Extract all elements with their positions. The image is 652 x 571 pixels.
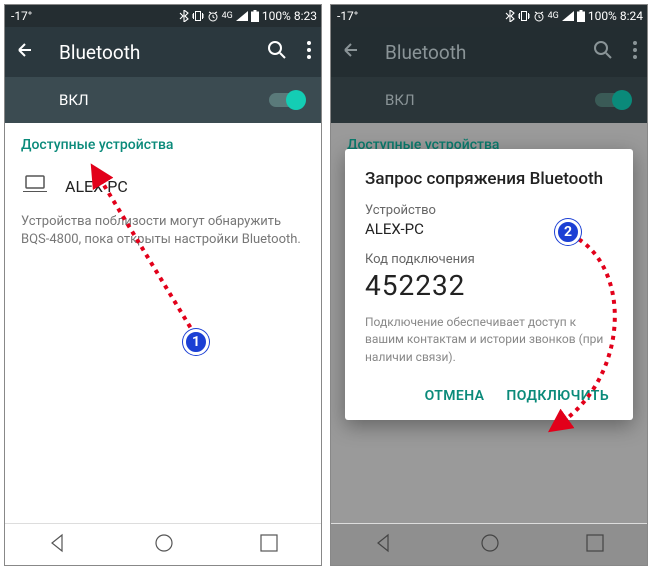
clock: 8:23 (294, 9, 317, 23)
battery-percent: 100% (262, 9, 291, 23)
nav-back-icon[interactable] (48, 533, 68, 557)
alarm-icon (533, 10, 545, 22)
annotation-arrow-1 (85, 163, 225, 343)
annotation-arrow-2 (511, 223, 641, 443)
back-icon[interactable] (15, 40, 35, 64)
battery-icon (577, 10, 585, 22)
annotation-badge-1: 1 (183, 329, 209, 355)
overflow-menu-icon[interactable] (307, 41, 311, 63)
laptop-icon (23, 175, 47, 197)
dialog-device-label: Устройство (365, 203, 613, 218)
alarm-icon (207, 10, 219, 22)
network-label: 4G (548, 11, 559, 21)
toggle-label: ВКЛ (23, 91, 269, 109)
signal-icon (236, 11, 248, 21)
nav-home-icon[interactable] (155, 534, 173, 556)
status-bar: -17° 4G 100% 8:24 (331, 5, 647, 27)
status-bar: -17° 4G 100% 8:23 (5, 5, 321, 27)
phone-screenshot-2: -17° 4G 100% 8:24 Bluetooth ВКЛ .phone:n… (330, 4, 648, 566)
search-icon[interactable] (593, 40, 613, 64)
back-icon[interactable] (341, 40, 361, 64)
annotation-badge-2: 2 (555, 219, 581, 245)
status-temperature: -17° (335, 9, 358, 23)
status-indicators: 4G 100% 8:24 (505, 9, 643, 23)
clock: 8:24 (620, 9, 643, 23)
signal-icon (562, 11, 574, 21)
toggle-label: ВКЛ (349, 91, 595, 109)
bluetooth-icon (179, 10, 189, 22)
toggle-switch-on[interactable] (269, 93, 303, 107)
bluetooth-toggle-row[interactable]: ВКЛ (5, 77, 321, 123)
app-bar: Bluetooth (5, 27, 321, 77)
nav-home-icon[interactable] (481, 534, 499, 556)
phone-screenshot-1: -17° 4G 100% 8:23 Bluetooth ВКЛ (4, 4, 322, 566)
battery-icon (251, 10, 259, 22)
toggle-switch-on[interactable]: .phone:nth-child(3) .switch::after{backg… (595, 93, 629, 107)
content-area-dimmed: Доступные устройства Запрос сопряжения B… (331, 123, 647, 523)
bluetooth-icon (505, 10, 515, 22)
status-indicators: 4G 100% 8:23 (179, 9, 317, 23)
status-temperature: -17° (9, 9, 32, 23)
page-title: Bluetooth (59, 41, 243, 64)
overflow-menu-icon[interactable] (633, 41, 637, 63)
network-label: 4G (222, 11, 233, 21)
nav-back-icon[interactable] (374, 533, 394, 557)
navigation-bar (5, 523, 321, 565)
dialog-title: Запрос сопряжения Bluetooth (365, 169, 613, 189)
nav-recent-icon[interactable] (260, 534, 278, 556)
battery-percent: 100% (588, 9, 617, 23)
content-area: Доступные устройства ALEX-PC Устройства … (5, 123, 321, 523)
navigation-bar (331, 523, 647, 565)
vibrate-icon (518, 10, 530, 22)
cancel-button[interactable]: ОТМЕНА (425, 388, 485, 404)
bluetooth-toggle-row[interactable]: ВКЛ .phone:nth-child(3) .switch::after{b… (331, 77, 647, 123)
vibrate-icon (192, 10, 204, 22)
page-title: Bluetooth (385, 41, 569, 64)
app-bar: Bluetooth (331, 27, 647, 77)
section-header-available: Доступные устройства (21, 137, 305, 153)
nav-recent-icon[interactable] (586, 534, 604, 556)
search-icon[interactable] (267, 40, 287, 64)
